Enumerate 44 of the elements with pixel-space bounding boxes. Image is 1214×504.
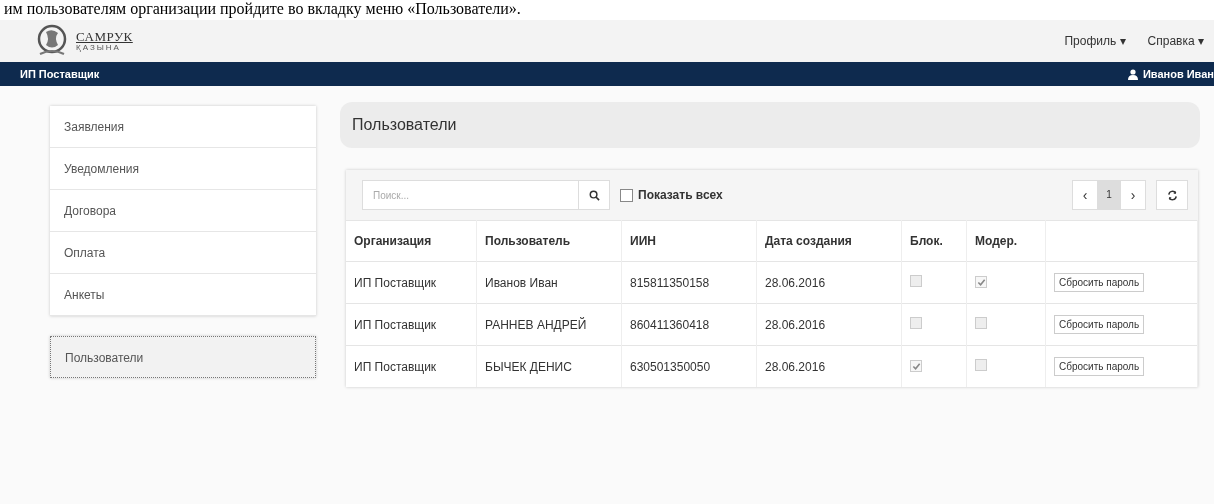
sidebar-item[interactable]: Пользователи: [50, 336, 316, 378]
sidebar-item[interactable]: Уведомления: [50, 148, 316, 190]
table-cell: ИП Поставщик: [346, 303, 477, 346]
column-header: Организация: [346, 220, 477, 262]
table-cell: 28.06.2016: [756, 345, 902, 387]
search-field[interactable]: Поиск...: [362, 180, 579, 210]
table-cell: БЫЧЕК ДЕНИС: [476, 345, 622, 387]
show-all-label: Показать всех: [638, 188, 723, 202]
column-header: Пользователь: [476, 220, 622, 262]
sidebar-item[interactable]: Анкеты: [50, 274, 316, 316]
table-cell: ИП Поставщик: [346, 261, 477, 304]
logo-name: САМРУК: [76, 30, 133, 43]
next-page-button[interactable]: ›: [1121, 181, 1145, 209]
table-cell: 28.06.2016: [756, 261, 902, 304]
table-cell: 28.06.2016: [756, 303, 902, 346]
refresh-icon[interactable]: [1156, 180, 1188, 210]
previous-page-button[interactable]: ‹: [1073, 181, 1097, 209]
sidebar-item[interactable]: Договора: [50, 190, 316, 232]
table-cell: РАННЕВ АНДРЕЙ: [476, 303, 622, 346]
sidebar-item[interactable]: Заявления: [50, 106, 316, 148]
column-header: Модер.: [966, 220, 1046, 262]
checkbox[interactable]: [620, 188, 633, 202]
reset-password-button[interactable]: Сбросить пароль: [1054, 315, 1145, 334]
column-header: Блок.: [901, 220, 967, 262]
table-cell: 815811350158: [621, 261, 757, 304]
reset-password-button[interactable]: Сбросить пароль: [1054, 273, 1145, 292]
table-cell: Иванов Иван: [476, 261, 622, 304]
user-icon: [1127, 68, 1138, 80]
user-name[interactable]: Иванов Иван: [1142, 68, 1214, 80]
search-icon[interactable]: [579, 180, 610, 210]
document-text: им пользователям организации пройдите во вкладку меню «Пользователи».: [4, 0, 521, 17]
menu-link[interactable]: Профиль ▾: [1064, 34, 1126, 48]
column-header: ИИН: [621, 220, 757, 262]
menu-link[interactable]: Справка ▾: [1147, 34, 1204, 48]
table-cell: ИП Поставщик: [346, 345, 477, 387]
reset-password-button[interactable]: Сбросить пароль: [1054, 357, 1145, 376]
organization-name: ИП Поставщик: [20, 68, 100, 80]
page-button[interactable]: 1: [1097, 181, 1121, 209]
table-cell: 630501350050: [621, 345, 757, 387]
page-title: Пользователи: [352, 116, 457, 134]
logo-subtitle: ҚАЗЫНА: [76, 44, 122, 52]
column-header: Дата создания: [756, 220, 902, 262]
sidebar-item[interactable]: Оплата: [50, 232, 316, 274]
table-cell: 860411360418: [621, 303, 757, 346]
